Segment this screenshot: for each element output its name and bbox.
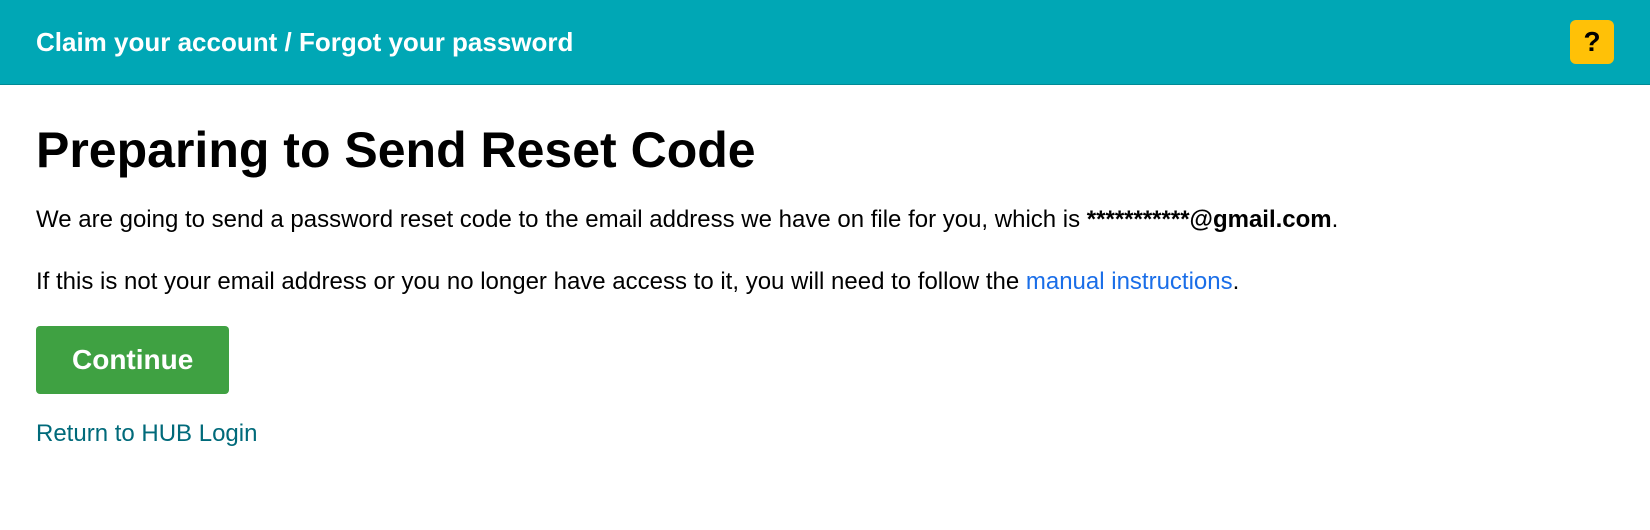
email-notice-text: We are going to send a password reset co… bbox=[36, 203, 1614, 237]
header-title: Claim your account / Forgot your passwor… bbox=[36, 27, 573, 58]
manual-instructions-text: If this is not your email address or you… bbox=[36, 265, 1614, 299]
question-icon: ? bbox=[1583, 26, 1600, 58]
return-to-login-link[interactable]: Return to HUB Login bbox=[36, 420, 1614, 448]
masked-email: ***********@gmail.com bbox=[1087, 206, 1332, 233]
help-button[interactable]: ? bbox=[1570, 20, 1614, 64]
main-content: Preparing to Send Reset Code We are goin… bbox=[0, 85, 1650, 484]
page-header: Claim your account / Forgot your passwor… bbox=[0, 0, 1650, 85]
email-notice-suffix: . bbox=[1332, 206, 1339, 233]
continue-button[interactable]: Continue bbox=[36, 326, 229, 394]
manual-prefix: If this is not your email address or you… bbox=[36, 268, 1026, 295]
email-notice-prefix: We are going to send a password reset co… bbox=[36, 206, 1087, 233]
manual-suffix: . bbox=[1233, 268, 1240, 295]
page-heading: Preparing to Send Reset Code bbox=[36, 121, 1614, 179]
manual-instructions-link[interactable]: manual instructions bbox=[1026, 268, 1233, 295]
